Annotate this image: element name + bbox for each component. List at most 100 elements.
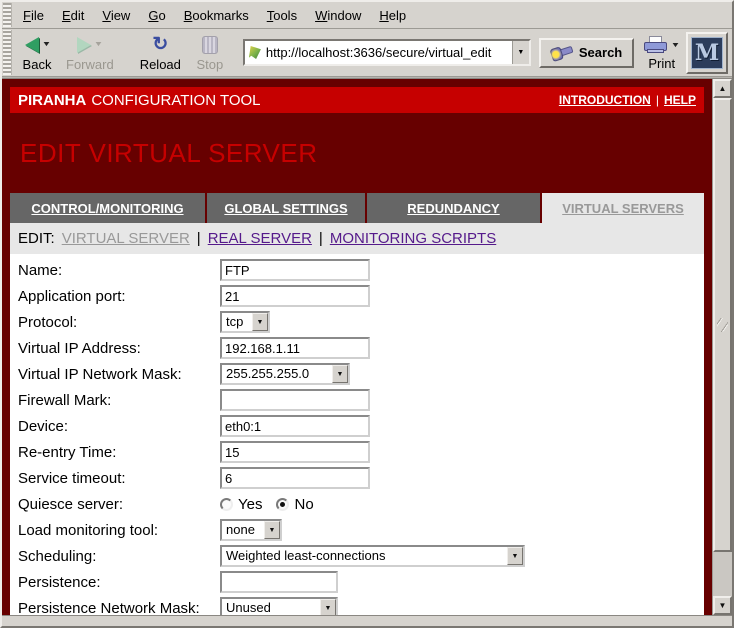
url-history-dropdown-icon[interactable]: ▼ (512, 41, 529, 64)
bookmark-icon[interactable] (249, 46, 261, 59)
form-row-quiesce-server: Quiesce server:YesNo (10, 491, 704, 517)
back-button[interactable]: ▼ Back (14, 32, 60, 74)
menu-window[interactable]: Window (306, 7, 370, 24)
chevron-down-icon[interactable]: ▼ (264, 521, 280, 539)
form-row-firewall-mark: Firewall Mark: (10, 387, 704, 413)
scrollbar-thumb[interactable] (713, 98, 732, 552)
subnav-link-virtual-server[interactable]: VIRTUAL SERVER (62, 230, 190, 247)
subnav-link-real-server[interactable]: REAL SERVER (208, 230, 312, 247)
subnav-separator: | (197, 230, 201, 247)
menu-edit[interactable]: Edit (53, 7, 93, 24)
firewall-mark-input[interactable] (220, 389, 370, 411)
url-input[interactable] (266, 45, 512, 60)
service-timeout-input[interactable] (220, 467, 370, 489)
quiesce-server-radio-label-yes: Yes (238, 496, 262, 513)
chevron-down-icon[interactable]: ▼ (320, 599, 336, 615)
virtual-ip-network-mask-select[interactable]: 255.255.255.0▼ (220, 363, 350, 385)
menu-view[interactable]: View (93, 7, 139, 24)
menu-bookmarks[interactable]: Bookmarks (175, 7, 258, 24)
virtual-server-form: Name: Application port: Protocol:tcp▼Virtu… (10, 254, 704, 615)
brand-name: PIRANHA (18, 92, 86, 109)
brand-suffix: CONFIGURATION TOOL (91, 92, 260, 109)
tab-label: VIRTUAL SERVERS (556, 201, 690, 216)
application-port-label: Application port: (18, 288, 220, 305)
menu-file[interactable]: File (14, 7, 53, 24)
service-timeout-label: Service timeout: (18, 470, 220, 487)
banner-link-help[interactable]: HELP (664, 93, 696, 107)
persistence-input[interactable] (220, 571, 338, 593)
tab-redundancy[interactable]: REDUNDANCY (367, 193, 540, 223)
quiesce-server-radio-no[interactable] (276, 498, 289, 511)
load-monitoring-tool-label: Load monitoring tool: (18, 522, 220, 539)
print-dropdown-icon[interactable]: ▼ (671, 42, 681, 49)
device-label: Device: (18, 418, 220, 435)
stop-button[interactable]: Stop (187, 32, 233, 74)
chevron-down-icon[interactable]: ▼ (332, 365, 348, 383)
scroll-up-icon[interactable]: ▲ (713, 79, 732, 98)
print-label: Print (648, 56, 675, 71)
subnav-separator: | (319, 230, 323, 247)
tab-global-settings[interactable]: GLOBAL SETTINGS (207, 193, 365, 223)
toolbar-grippy[interactable] (3, 30, 12, 75)
virtual-ip-address-input[interactable] (220, 337, 370, 359)
scroll-down-icon[interactable]: ▼ (713, 596, 732, 615)
menu-bar: FileEditViewGoBookmarksToolsWindowHelp (2, 2, 732, 29)
chevron-down-icon[interactable]: ▼ (507, 547, 523, 565)
load-monitoring-tool-selected-value: none (222, 521, 264, 539)
form-row-scheduling: Scheduling:Weighted least-connections▼ (10, 543, 704, 569)
tab-virtual-servers[interactable]: VIRTUAL SERVERS (542, 193, 704, 223)
re-entry-time-label: Re-entry Time: (18, 444, 220, 461)
quiesce-server-radio-yes[interactable] (220, 498, 233, 511)
persistence-network-mask-select[interactable]: Unused▼ (220, 597, 338, 615)
persistence-network-mask-label: Persistence Network Mask: (18, 600, 220, 616)
application-port-input[interactable] (220, 285, 370, 307)
back-dropdown-icon[interactable]: ▼ (41, 41, 51, 48)
form-row-name: Name: (10, 257, 704, 283)
print-icon (644, 36, 668, 54)
search-button[interactable]: Search (539, 38, 634, 68)
scrollbar-track[interactable] (713, 552, 732, 596)
chevron-down-icon[interactable]: ▼ (252, 313, 268, 331)
form-row-device: Device: (10, 413, 704, 439)
banner-links: INTRODUCTION | HELP (559, 93, 696, 107)
protocol-select[interactable]: tcp▼ (220, 311, 270, 333)
scheduling-label: Scheduling: (18, 548, 220, 565)
reload-button[interactable]: ↻ Reload (134, 32, 187, 74)
menu-help[interactable]: Help (370, 7, 415, 24)
url-bar: ▼ (243, 39, 531, 66)
form-row-persistence: Persistence: (10, 569, 704, 595)
edit-subnav: EDIT: VIRTUAL SERVER|REAL SERVER|MONITOR… (10, 223, 704, 254)
forward-button[interactable]: ▼ Forward (60, 32, 120, 74)
navigation-toolbar: ▼ Back ▼ Forward ↻ Reload Stop ▼ (2, 29, 732, 77)
print-button[interactable]: ▼ Print (644, 34, 679, 71)
virtual-ip-network-mask-selected-value: 255.255.255.0 (222, 365, 332, 383)
form-row-virtual-ip-address: Virtual IP Address: (10, 335, 704, 361)
banner-link-introduction[interactable]: INTRODUCTION (559, 93, 651, 107)
tab-control-monitoring[interactable]: CONTROL/MONITORING (10, 193, 205, 223)
persistence-network-mask-selected-value: Unused (222, 599, 320, 615)
mozilla-logo-button[interactable]: M (686, 32, 728, 74)
stop-label: Stop (197, 57, 224, 72)
browser-window: FileEditViewGoBookmarksToolsWindowHelp ▼… (0, 0, 734, 628)
menu-go[interactable]: Go (139, 7, 174, 24)
page-viewport: PIRANHA CONFIGURATION TOOL INTRODUCTION |… (2, 79, 712, 615)
mozilla-logo-icon: M (691, 37, 723, 69)
device-input[interactable] (220, 415, 370, 437)
form-row-service-timeout: Service timeout: (10, 465, 704, 491)
toolbar-grippy[interactable] (3, 3, 12, 27)
menu-tools[interactable]: Tools (258, 7, 306, 24)
piranha-banner: PIRANHA CONFIGURATION TOOL INTRODUCTION |… (10, 87, 704, 113)
vertical-scrollbar[interactable]: ▲ ▼ (712, 79, 732, 615)
name-label: Name: (18, 262, 220, 279)
banner-link-separator: | (656, 93, 659, 107)
protocol-label: Protocol: (18, 314, 220, 331)
scheduling-selected-value: Weighted least-connections (222, 547, 507, 565)
load-monitoring-tool-select[interactable]: none▼ (220, 519, 282, 541)
subnav-link-monitoring-scripts[interactable]: MONITORING SCRIPTS (330, 230, 496, 247)
scheduling-select[interactable]: Weighted least-connections▼ (220, 545, 525, 567)
forward-icon (77, 37, 91, 53)
re-entry-time-input[interactable] (220, 441, 370, 463)
name-input[interactable] (220, 259, 370, 281)
search-icon (549, 43, 574, 62)
stop-icon (202, 36, 218, 54)
